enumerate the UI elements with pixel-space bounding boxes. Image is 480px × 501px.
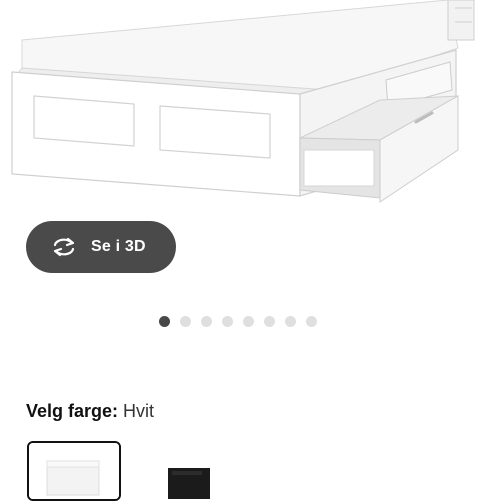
pagination-dot[interactable] [222,316,233,327]
pagination-dot[interactable] [243,316,254,327]
color-swatch-black[interactable] [130,441,224,501]
pagination-dot[interactable] [159,316,170,327]
rotate-3d-icon [53,237,75,257]
product-image[interactable] [0,0,480,215]
color-heading: Velg farge: [26,401,119,421]
pagination-dot[interactable] [285,316,296,327]
image-pagination-dots [159,316,317,327]
color-selector-label: Velg farge: Hvit [26,401,154,422]
pagination-dot[interactable] [201,316,212,327]
pagination-dot[interactable] [264,316,275,327]
white-bed-thumbnail [29,443,119,499]
selected-color-value: Hvit [123,401,155,421]
color-swatch-white[interactable] [27,441,121,501]
black-bed-thumbnail [132,443,222,499]
view-in-3d-label: Se i 3D [91,238,146,255]
view-in-3d-button[interactable]: Se i 3D [26,221,176,273]
pagination-dot[interactable] [306,316,317,327]
bed-illustration [11,0,475,203]
pagination-dot[interactable] [180,316,191,327]
